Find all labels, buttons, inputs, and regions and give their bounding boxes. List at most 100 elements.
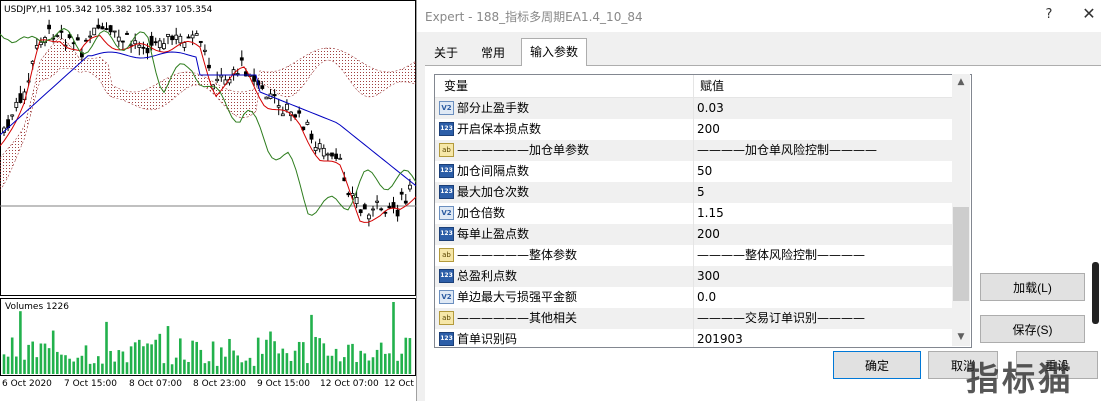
double-type-icon: V2 xyxy=(439,101,454,115)
parameter-value[interactable]: 300 xyxy=(697,266,720,287)
grid-row[interactable]: 123 总盈利点数 300 xyxy=(435,266,953,287)
grid-row[interactable]: V2 部分止盈手数 0.03 xyxy=(435,98,953,119)
parameter-value[interactable]: ————交易订单识别———— xyxy=(697,308,865,329)
candle-body xyxy=(170,35,175,41)
volume-bar xyxy=(43,343,47,374)
candle-body xyxy=(141,46,146,49)
volume-bar xyxy=(240,362,244,374)
candle-body xyxy=(186,36,191,39)
volume-bar xyxy=(322,343,326,374)
parameter-name: 开启保本损点数 xyxy=(457,122,542,136)
cell-divider xyxy=(693,287,694,308)
volume-bar xyxy=(314,336,317,374)
candle-body xyxy=(202,49,207,52)
candle-body xyxy=(145,47,150,54)
volume-bar xyxy=(97,356,100,374)
grid-row[interactable]: 123 加仓间隔点数 50 xyxy=(435,161,953,182)
volume-bar xyxy=(15,356,18,374)
volume-bar xyxy=(371,357,375,374)
volume-bar xyxy=(338,361,342,374)
volume-bar xyxy=(117,350,121,374)
scroll-thumb[interactable] xyxy=(953,207,969,301)
grid-row[interactable]: V2 单边最大亏损强平金额 0.0 xyxy=(435,287,953,308)
column-header-variable[interactable]: 变量 xyxy=(444,75,468,97)
volume-bar xyxy=(396,360,399,374)
close-icon[interactable]: ✕ xyxy=(1079,4,1099,24)
volume-bar xyxy=(228,338,231,374)
candle-body xyxy=(112,30,117,33)
grid-row[interactable]: ab ——————加仓单参数 ————加仓单风险控制———— xyxy=(435,140,953,161)
volume-bar xyxy=(220,347,223,374)
candle-body xyxy=(407,184,412,190)
parameter-value[interactable]: 0.03 xyxy=(697,98,724,119)
candle-body xyxy=(104,28,109,30)
scroll-up-arrow-icon[interactable]: ▲ xyxy=(952,74,970,91)
parameter-value[interactable]: 201903 xyxy=(697,329,743,347)
volume-bar xyxy=(343,357,346,374)
volume-bar xyxy=(359,350,362,374)
column-divider[interactable] xyxy=(693,75,694,97)
grid-row[interactable]: ab ——————整体参数 ————整体风险控制———— xyxy=(435,245,953,266)
tab-common[interactable]: 常用 xyxy=(471,40,515,64)
candle-body xyxy=(190,34,195,39)
grid-scrollbar[interactable]: ▲ ▼ xyxy=(952,74,970,346)
grid-row[interactable]: 123 开启保本损点数 200 xyxy=(435,119,953,140)
volume-bar xyxy=(244,360,248,374)
parameter-value[interactable]: 1.15 xyxy=(697,203,724,224)
grid-row[interactable]: 123 最大加仓次数 5 xyxy=(435,182,953,203)
volume-bar xyxy=(355,361,358,374)
candle-body xyxy=(108,25,113,33)
double-type-icon: V2 xyxy=(439,206,454,220)
integer-type-icon: 123 xyxy=(439,185,454,199)
tab-about[interactable]: 关于 xyxy=(424,40,468,64)
parameter-value[interactable]: ————整体风险控制———— xyxy=(697,245,865,266)
candle-body xyxy=(137,44,142,48)
candle-body xyxy=(235,73,240,75)
load-button[interactable]: 加载(L) xyxy=(980,273,1085,301)
candle-body xyxy=(321,147,326,157)
parameter-value[interactable]: 200 xyxy=(697,119,720,140)
parameter-value[interactable]: 5 xyxy=(697,182,705,203)
cell-divider xyxy=(693,308,694,329)
volume-bar xyxy=(199,349,203,374)
parameter-name: 最大加仓次数 xyxy=(457,185,530,199)
volume-bar xyxy=(211,341,215,374)
column-header-value[interactable]: 赋值 xyxy=(700,75,724,97)
candle-body xyxy=(47,24,51,30)
volume-bar xyxy=(310,314,313,374)
volume-bar xyxy=(39,343,43,374)
save-button[interactable]: 保存(S) xyxy=(980,315,1085,343)
candle-body xyxy=(10,114,15,117)
volume-bar xyxy=(92,363,96,374)
parameter-value[interactable]: 200 xyxy=(697,224,720,245)
grid-row[interactable]: 123 每单止盈点数 200 xyxy=(435,224,953,245)
grid-row[interactable]: ab ——————其他相关 ————交易订单识别———— xyxy=(435,308,953,329)
scroll-down-arrow-icon[interactable]: ▼ xyxy=(952,329,970,346)
watermark-decoration xyxy=(1092,262,1099,324)
help-icon[interactable]: ? xyxy=(1039,5,1059,25)
ichimoku-cloud xyxy=(0,36,416,191)
volume-bar xyxy=(35,357,39,374)
ok-button[interactable]: 确定 xyxy=(833,351,921,379)
parameter-value[interactable]: 50 xyxy=(697,161,712,182)
candle-body xyxy=(88,35,92,38)
title-bar[interactable]: Expert - 188_指标多周期EA1.4_10_84 ? ✕ xyxy=(417,0,1101,32)
parameter-name: 每单止盈点数 xyxy=(457,227,530,241)
volume-bar xyxy=(379,342,383,374)
candle-body xyxy=(174,34,179,40)
inputs-grid[interactable]: 变量 赋值 V2 部分止盈手数 0.03 123 开启保本损点数 200 ab ——————加… xyxy=(434,74,972,348)
volume-bar xyxy=(384,353,387,374)
price-chart[interactable]: USDJPY,H1 105.342 105.382 105.337 105.35… xyxy=(0,0,416,401)
candle-body xyxy=(338,157,343,160)
grid-row[interactable]: 123 首单识别码 201903 xyxy=(435,329,953,347)
tab-inputs[interactable]: 输入参数 xyxy=(521,38,588,66)
parameter-value[interactable]: ————加仓单风险控制———— xyxy=(697,140,877,161)
volume-bar xyxy=(68,358,71,374)
volume-bar xyxy=(133,342,137,374)
grid-row[interactable]: V2 加仓倍数 1.15 xyxy=(435,203,953,224)
volumes-label: Volumes 1226 xyxy=(5,302,69,312)
candle-body xyxy=(375,200,380,203)
parameter-name: ——————其他相关 xyxy=(457,311,578,325)
parameter-value[interactable]: 0.0 xyxy=(697,287,716,308)
volume-bar xyxy=(306,363,309,374)
